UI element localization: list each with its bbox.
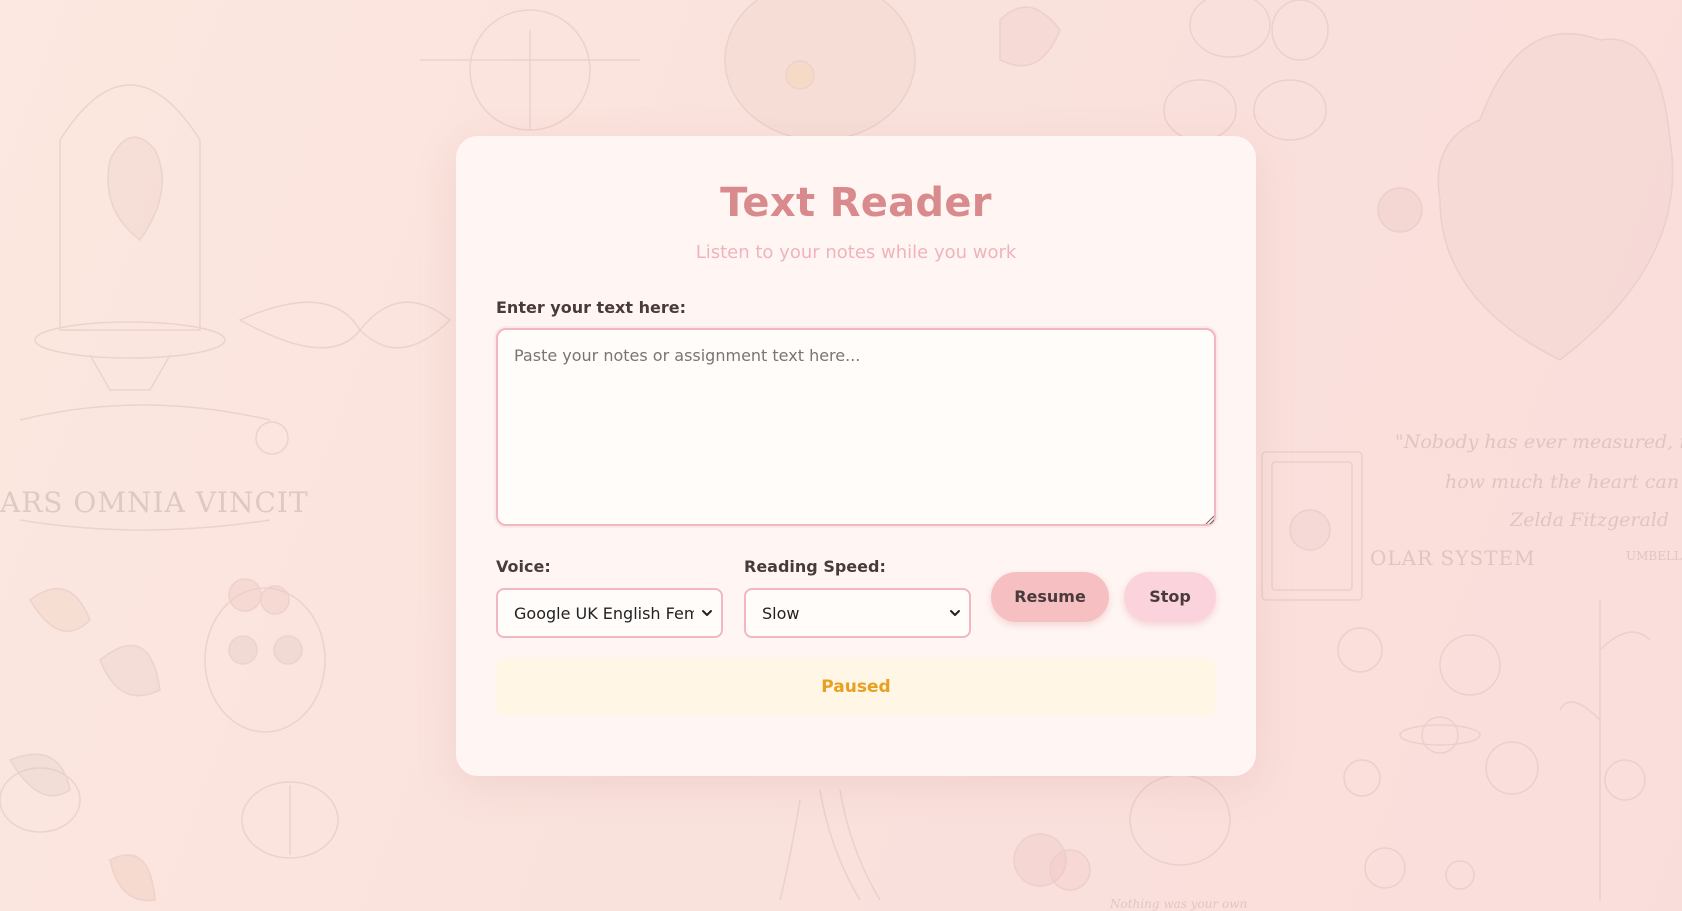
speed-select[interactable]: Slow	[744, 588, 971, 638]
chevron-down-icon	[702, 610, 712, 616]
text-reader-card: Text Reader Listen to your notes while y…	[456, 136, 1256, 776]
voice-select-value: Google UK English Femal	[514, 604, 694, 623]
text-input-label: Enter your text here:	[496, 298, 686, 317]
chevron-down-icon	[950, 610, 960, 616]
page-title: Text Reader	[720, 180, 992, 226]
text-input[interactable]	[496, 328, 1216, 526]
stop-button[interactable]: Stop	[1124, 572, 1216, 622]
speed-label: Reading Speed:	[744, 557, 886, 576]
page-subtitle: Listen to your notes while you work	[695, 242, 1017, 263]
speed-select-value: Slow	[762, 604, 800, 623]
resize-grip-icon[interactable]	[1204, 514, 1214, 524]
status-message: Paused	[496, 658, 1216, 716]
voice-label: Voice:	[496, 557, 551, 576]
resume-button[interactable]: Resume	[991, 572, 1109, 622]
voice-select[interactable]: Google UK English Femal	[496, 588, 723, 638]
